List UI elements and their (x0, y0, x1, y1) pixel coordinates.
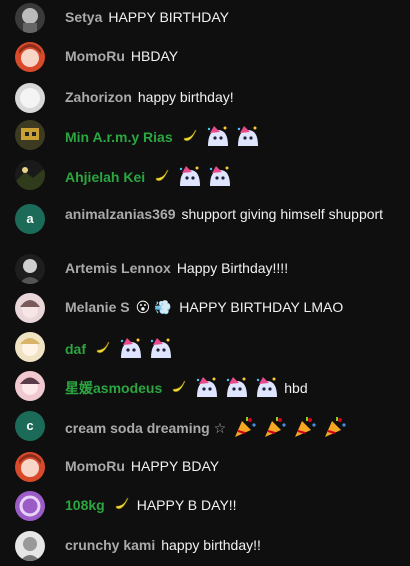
avatar[interactable] (15, 371, 45, 401)
party-popper-icon (295, 417, 316, 437)
party-popper-icon (235, 417, 256, 437)
message-content: Setya HAPPY BIRTHDAY (65, 7, 395, 27)
avatar-letter: a (26, 211, 34, 226)
author-name[interactable]: Setya (65, 9, 102, 25)
message-text: HAPPY BIRTHDAY LMAO (179, 299, 344, 315)
message-text: Happy Birthday!!!! (176, 260, 289, 276)
party-ghost-emote (150, 338, 171, 358)
avatar[interactable] (15, 83, 45, 113)
avatar[interactable] (15, 42, 45, 72)
author-name[interactable]: Zahorizon (65, 89, 132, 105)
avatar[interactable]: c (15, 411, 45, 441)
author-name[interactable]: 108kg (65, 497, 105, 513)
message-text: happy birthday!! (161, 537, 261, 553)
author-name[interactable]: Melanie S (65, 299, 130, 315)
message-content: daf (65, 336, 395, 360)
message-text: HAPPY BIRTHDAY (108, 9, 229, 25)
party-ghost-emote (237, 126, 258, 146)
message-content: Min A.r.m.y Rias (65, 124, 395, 148)
avatar-letter: c (26, 418, 34, 433)
message-content: 星媛asmodeus hbd (65, 375, 395, 399)
party-ghost-emote (209, 166, 231, 186)
message-content: Artemis Lennox Happy Birthday!!!! (65, 258, 395, 278)
message-text: happy birthday! (137, 89, 234, 105)
party-ghost-emote (179, 166, 201, 186)
party-ghost-emote (120, 338, 141, 358)
party-popper-icon (325, 417, 346, 437)
message-text: HAPPY BDAY (130, 458, 220, 474)
banana-icon (155, 169, 169, 182)
message-text: HAPPY B DAY!! (136, 497, 237, 513)
message-content: 108kg HAPPY B DAY!! (65, 495, 395, 515)
avatar[interactable] (15, 293, 45, 323)
avatar[interactable] (15, 254, 45, 284)
author-name[interactable]: MomoRu (65, 458, 125, 474)
author-name[interactable]: cream soda dreaming ☆ (65, 420, 226, 436)
author-name[interactable]: daf (65, 341, 86, 357)
avatar[interactable] (15, 120, 45, 150)
party-ghost-emote (257, 377, 278, 397)
message-text: hbd (284, 380, 308, 396)
author-name[interactable]: MomoRu (65, 48, 125, 64)
author-emoji: 😮 💨 (135, 299, 172, 315)
message-content: cream soda dreaming ☆ (65, 415, 395, 439)
message-content: Melanie S 😮 💨 HAPPY BIRTHDAY LMAO (65, 297, 395, 317)
banana-icon (183, 129, 197, 142)
avatar[interactable]: a (15, 204, 45, 234)
message-content: MomoRu HBDAY (65, 46, 395, 66)
avatar[interactable] (15, 3, 45, 33)
message-text: HBDAY (130, 48, 179, 64)
avatar[interactable] (15, 160, 45, 190)
author-name[interactable]: Artemis Lennox (65, 260, 171, 276)
party-ghost-emote (197, 377, 218, 397)
author-name[interactable]: 星媛asmodeus (65, 380, 162, 396)
message-content: Ahjielah Kei (65, 164, 395, 188)
author-name[interactable]: crunchy kami (65, 537, 155, 553)
author-name[interactable]: Ahjielah Kei (65, 169, 145, 185)
avatar[interactable] (15, 452, 45, 482)
message-text: shupport giving himself shupport (181, 206, 384, 222)
banana-icon (96, 341, 110, 354)
party-popper-icon (265, 417, 286, 437)
author-name[interactable]: animalzanias369 (65, 206, 176, 222)
message-content: crunchy kami happy birthday!! (65, 535, 395, 555)
message-content: MomoRu HAPPY BDAY (65, 456, 395, 476)
avatar[interactable] (15, 491, 45, 521)
banana-icon (115, 497, 129, 510)
avatar[interactable] (15, 332, 45, 362)
author-name[interactable]: Min A.r.m.y Rias (65, 129, 173, 145)
banana-icon (172, 380, 186, 393)
live-chat-list: Setya HAPPY BIRTHDAY MomoRu HBDAY Zahorizon h… (0, 0, 410, 566)
message-content: animalzanias369 shupport giving himself s… (65, 204, 395, 224)
party-ghost-emote (227, 377, 248, 397)
avatar[interactable] (15, 531, 45, 561)
message-content: Zahorizon happy birthday! (65, 87, 395, 107)
party-ghost-emote (207, 126, 228, 146)
